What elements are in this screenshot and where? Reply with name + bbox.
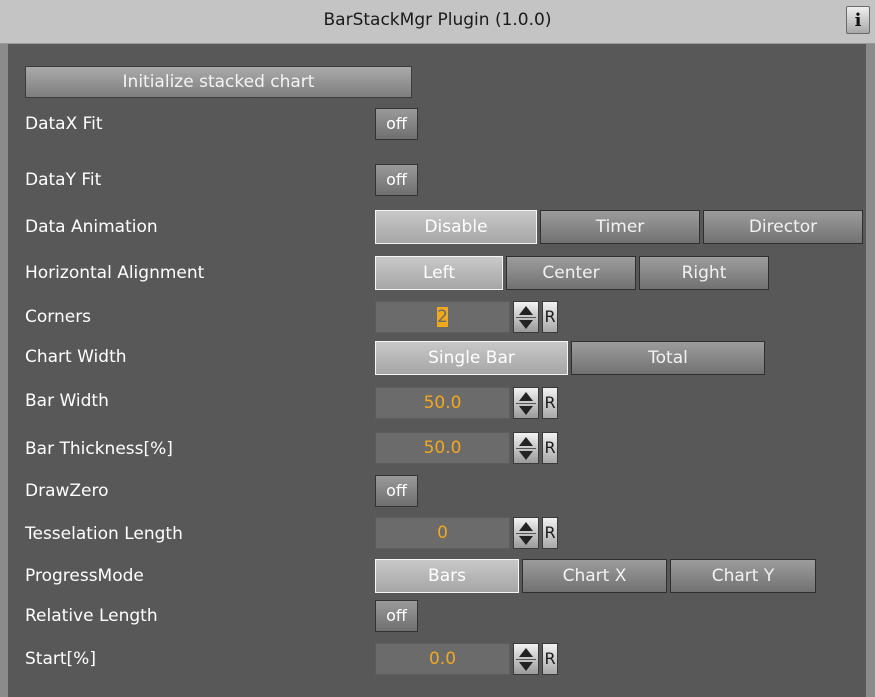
arrow-up-icon — [519, 392, 533, 401]
arrow-down-icon — [519, 662, 533, 671]
initialize-stacked-chart-button[interactable]: Initialize stacked chart — [25, 66, 412, 98]
tesselation-length-spinner[interactable] — [513, 517, 539, 549]
bar-width-input[interactable]: 50.0 — [375, 387, 510, 419]
tesselation-length-reset-button[interactable]: R — [542, 517, 558, 549]
arrow-down-icon — [519, 451, 533, 460]
info-icon[interactable]: i — [846, 6, 870, 34]
corners-value: 2 — [437, 307, 448, 327]
bar-thickness-reset-button[interactable]: R — [542, 432, 558, 464]
start-label: Start[%] — [25, 649, 96, 669]
horizontal-alignment-label: Horizontal Alignment — [25, 263, 205, 283]
corners-label: Corners — [25, 307, 92, 327]
bar-width-label: Bar Width — [25, 391, 109, 411]
chart-width-single-bar-button[interactable]: Single Bar — [375, 341, 568, 375]
corners-reset-button[interactable]: R — [542, 301, 558, 333]
plugin-panel: Initialize stacked chart DataX Fit off D… — [8, 44, 866, 697]
alignment-center-button[interactable]: Center — [506, 256, 636, 290]
alignment-left-button[interactable]: Left — [375, 256, 503, 290]
data-animation-disable-button[interactable]: Disable — [375, 210, 537, 244]
data-animation-director-button[interactable]: Director — [703, 210, 863, 244]
arrow-down-icon — [519, 536, 533, 545]
arrow-up-icon — [519, 522, 533, 531]
datay-fit-toggle[interactable]: off — [375, 164, 418, 196]
arrow-up-icon — [519, 437, 533, 446]
chart-width-label: Chart Width — [25, 347, 127, 367]
draw-zero-label: DrawZero — [25, 481, 109, 501]
chart-width-total-button[interactable]: Total — [571, 341, 765, 375]
data-animation-label: Data Animation — [25, 217, 158, 237]
corners-spinner[interactable] — [513, 301, 539, 333]
datax-fit-toggle[interactable]: off — [375, 108, 418, 140]
datax-fit-label: DataX Fit — [25, 114, 103, 134]
chart-width-selector: Single Bar Total — [375, 341, 768, 375]
arrow-up-icon — [519, 648, 533, 657]
window-titlebar: BarStackMgr Plugin (1.0.0) i — [0, 0, 875, 44]
draw-zero-toggle[interactable]: off — [375, 475, 418, 507]
tesselation-length-input[interactable]: 0 — [375, 517, 510, 549]
arrow-up-icon — [519, 306, 533, 315]
data-animation-timer-button[interactable]: Timer — [540, 210, 700, 244]
bar-width-spinner[interactable] — [513, 387, 539, 419]
relative-length-toggle[interactable]: off — [375, 600, 418, 632]
start-spinner[interactable] — [513, 643, 539, 675]
start-input[interactable]: 0.0 — [375, 643, 510, 675]
horizontal-alignment-selector: Left Center Right — [375, 256, 772, 290]
alignment-right-button[interactable]: Right — [639, 256, 769, 290]
progress-mode-label: ProgressMode — [25, 566, 144, 586]
arrow-down-icon — [519, 406, 533, 415]
bar-thickness-input[interactable]: 50.0 — [375, 432, 510, 464]
tesselation-length-label: Tesselation Length — [25, 524, 183, 544]
bar-thickness-spinner[interactable] — [513, 432, 539, 464]
data-animation-selector: Disable Timer Director — [375, 210, 866, 244]
progress-mode-bars-button[interactable]: Bars — [375, 559, 519, 593]
progress-mode-selector: Bars Chart X Chart Y — [375, 559, 819, 593]
arrow-down-icon — [519, 320, 533, 329]
start-reset-button[interactable]: R — [542, 643, 558, 675]
relative-length-label: Relative Length — [25, 606, 158, 626]
corners-input[interactable]: 2 — [375, 301, 510, 333]
progress-mode-chart-y-button[interactable]: Chart Y — [670, 559, 816, 593]
bar-width-reset-button[interactable]: R — [542, 387, 558, 419]
datay-fit-label: DataY Fit — [25, 170, 102, 190]
bar-thickness-label: Bar Thickness[%] — [25, 439, 173, 459]
window-title: BarStackMgr Plugin (1.0.0) — [323, 10, 552, 30]
progress-mode-chart-x-button[interactable]: Chart X — [522, 559, 667, 593]
